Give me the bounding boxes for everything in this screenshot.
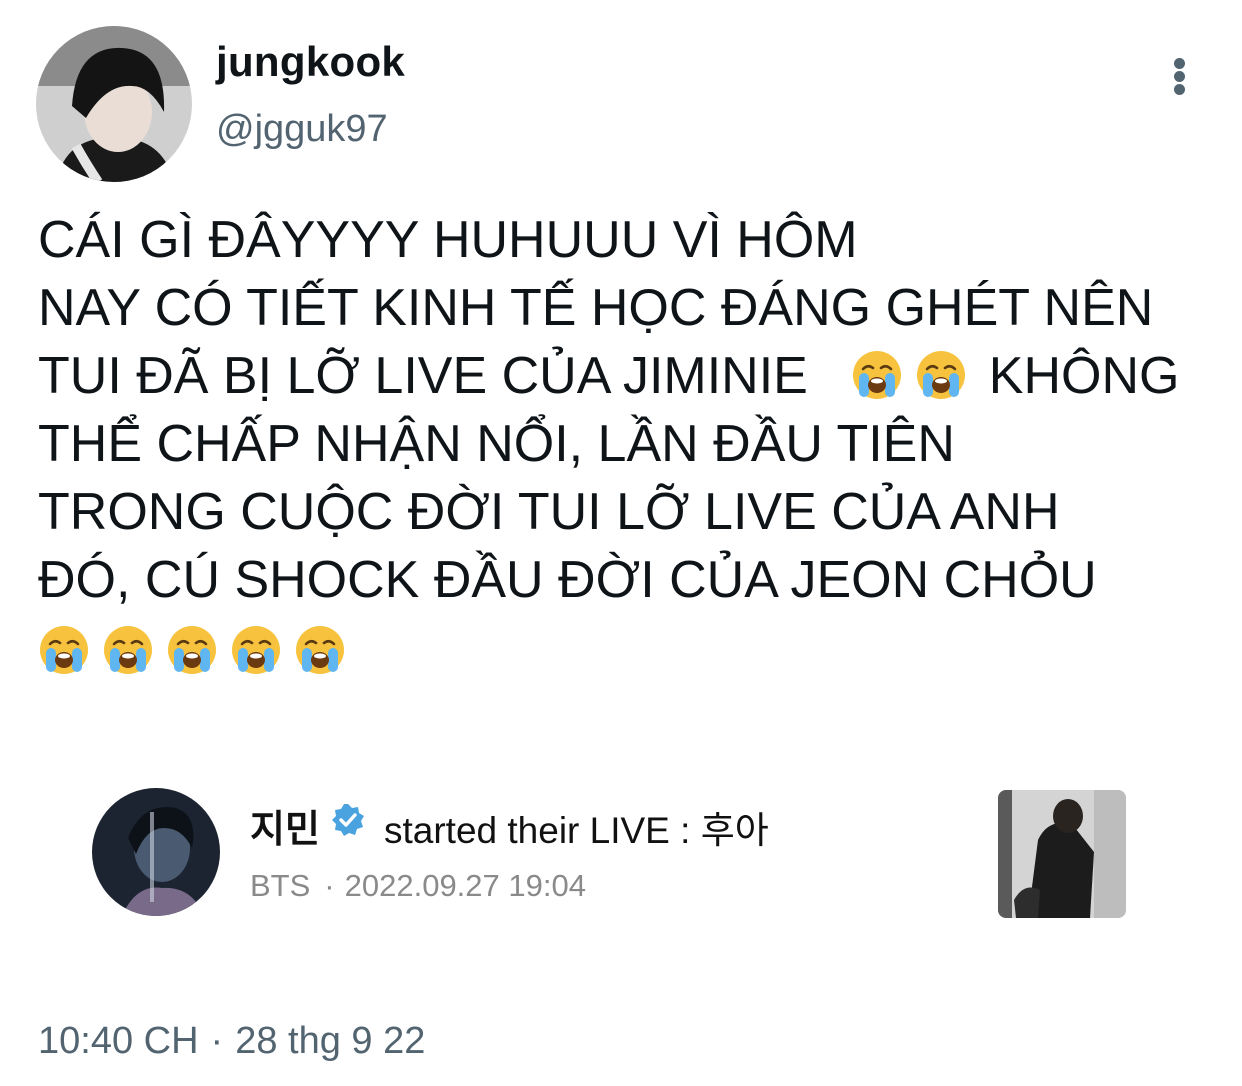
live-datetime: 2022.09.27 19:04 xyxy=(344,868,586,903)
crying-face-icon xyxy=(851,349,903,401)
live-thumbnail xyxy=(998,790,1126,918)
tweet-text: CÁI GÌ ĐÂYYYY HUHUUU VÌ HÔM NAY CÓ TIẾT … xyxy=(38,206,1228,614)
tweet-time: 10:40 CH xyxy=(38,1020,199,1062)
emoji-row xyxy=(38,624,358,678)
tweet-line: CÁI GÌ ĐÂYYYY HUHUUU VÌ HÔM xyxy=(38,211,858,269)
live-message: started their LIVE : 후아 xyxy=(384,810,769,851)
tweet-line: KHÔNG xyxy=(988,347,1180,405)
author-handle[interactable]: @jgguk97 xyxy=(216,108,388,151)
author-avatar[interactable] xyxy=(36,26,192,182)
tweet-line: TRONG CUỘC ĐỜI TUI LỠ LIVE CỦA ANH xyxy=(38,483,1060,541)
live-group: BTS xyxy=(250,868,311,903)
crying-face-icon xyxy=(230,624,282,676)
crying-face-icon xyxy=(294,624,346,676)
live-meta: BTS · 2022.09.27 19:04 xyxy=(250,868,586,904)
tweet-line-with-emoji: TUI ĐÃ BỊ LỠ LIVE CỦA JIMINIE KHÔNG xyxy=(38,342,1228,410)
live-user-name: 지민 xyxy=(250,809,320,851)
more-vertical-icon[interactable] xyxy=(1162,52,1198,100)
tweet-date: 28 thg 9 22 xyxy=(235,1020,426,1062)
tweet-timestamp[interactable]: 10:40 CH · 28 thg 9 22 xyxy=(38,1020,425,1063)
crying-face-icon xyxy=(915,349,967,401)
crying-face-icon xyxy=(166,624,218,676)
live-notification-image[interactable]: 지민 started their LIVE : 후아 BTS · 2022.09.2… xyxy=(92,788,1132,918)
tweet-line: TUI ĐÃ BỊ LỠ LIVE CỦA JIMINIE xyxy=(38,347,808,405)
crying-face-icon xyxy=(38,624,90,676)
crying-face-icon xyxy=(102,624,154,676)
verified-badge-icon xyxy=(332,804,364,836)
tweet-line: NAY CÓ TIẾT KINH TẾ HỌC ĐÁNG GHÉT NÊN xyxy=(38,279,1154,337)
timestamp-separator: · xyxy=(210,1020,224,1062)
live-avatar xyxy=(92,788,220,916)
live-meta-separator: · xyxy=(324,868,335,903)
author-display-name[interactable]: jungkook xyxy=(216,38,405,86)
tweet-line: THỂ CHẤP NHẬN NỔI, LẦN ĐẦU TIÊN xyxy=(38,415,955,473)
tweet-line: ĐÓ, CÚ SHOCK ĐẦU ĐỜI CỦA JEON CHỎU xyxy=(38,551,1097,609)
